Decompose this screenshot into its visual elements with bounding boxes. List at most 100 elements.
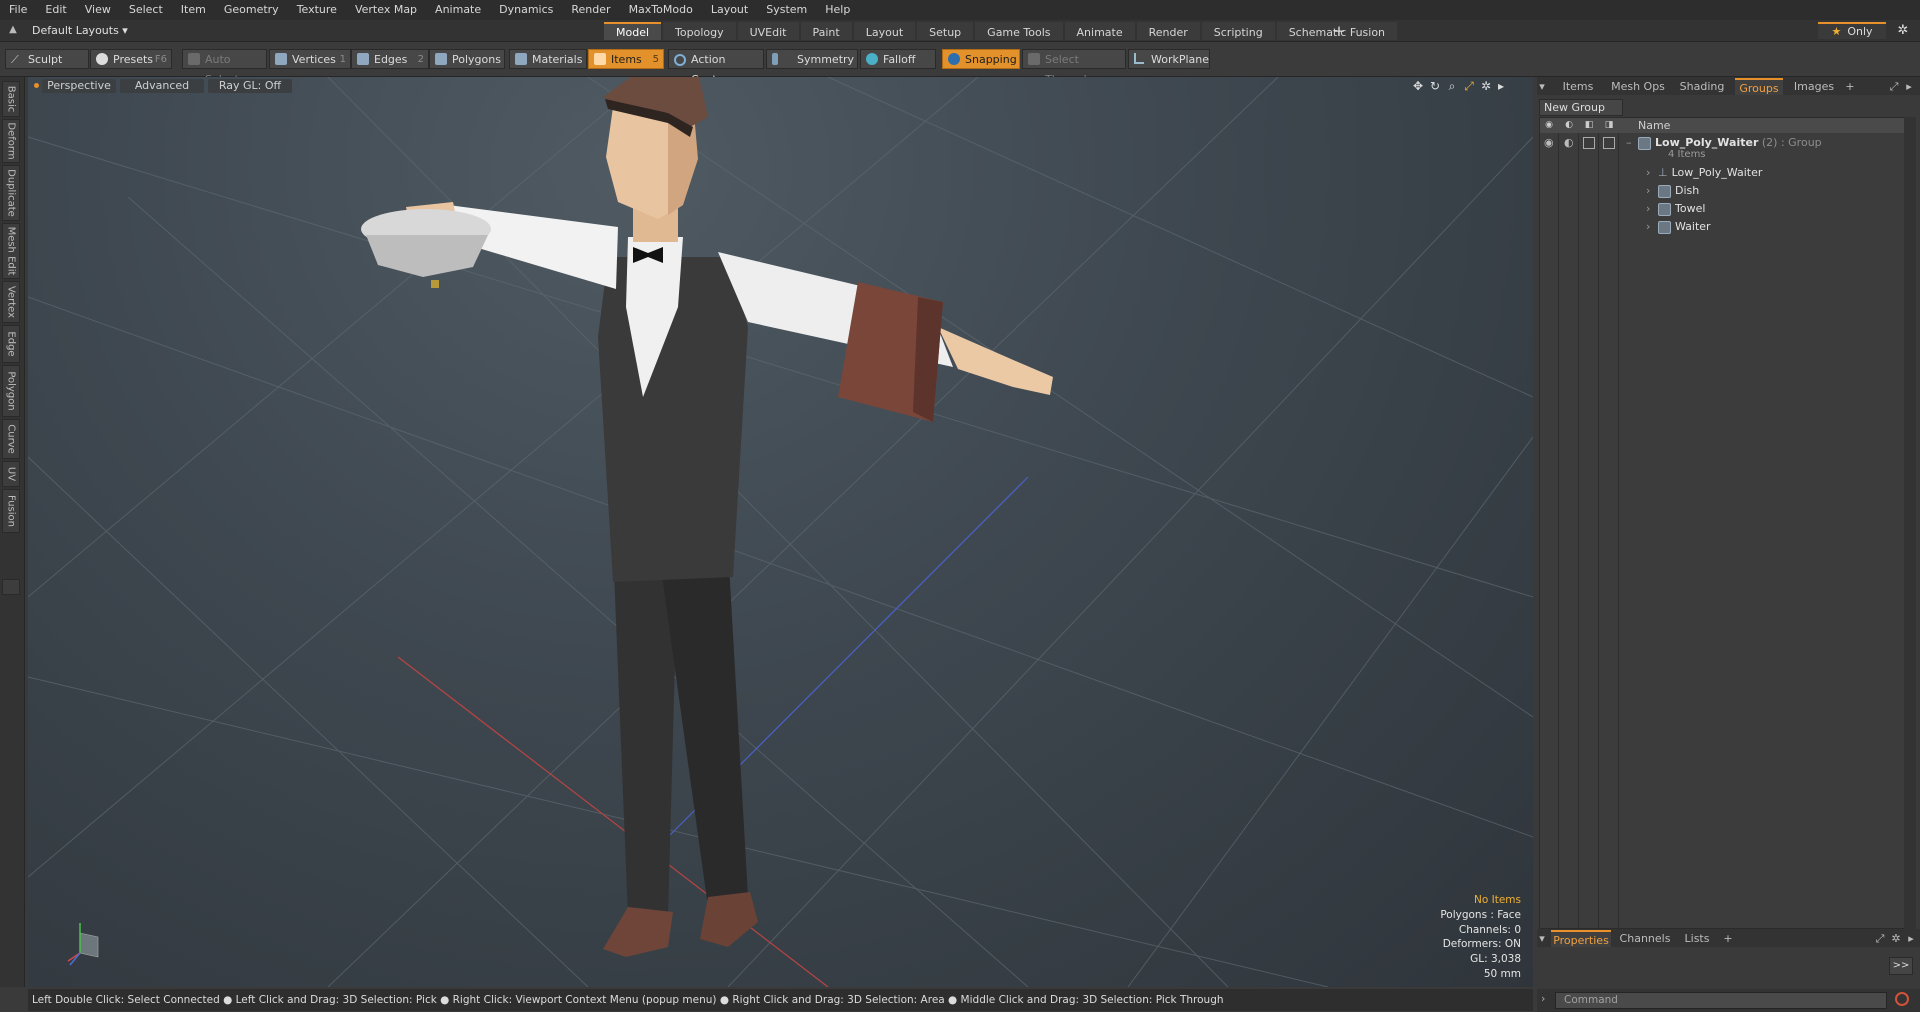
- left-tool-strip: Basic Deform Duplicate Mesh Edit Vertex …: [0, 77, 25, 987]
- tab-fusion[interactable]: Fusion: [2, 489, 20, 533]
- menu-vertex-map[interactable]: Vertex Map: [346, 0, 426, 20]
- tree-scrollbar[interactable]: [1904, 117, 1916, 929]
- panel-arrow-icon[interactable]: ▸: [1903, 78, 1915, 95]
- command-input[interactable]: Command: [1555, 992, 1887, 1009]
- tab-shading[interactable]: Shading: [1675, 78, 1729, 95]
- tree-row-item[interactable]: › Dish: [1540, 182, 1904, 199]
- stat-focal-length: 50 mm: [1483, 967, 1521, 980]
- menu-animate[interactable]: Animate: [426, 0, 490, 20]
- right-panel-tabs: ▾ Items Mesh Ops Shading Groups Images +…: [1537, 77, 1920, 95]
- presets-button[interactable]: Presets F6: [90, 49, 172, 69]
- menu-help[interactable]: Help: [816, 0, 859, 20]
- view-type-selector[interactable]: Perspective: [42, 79, 116, 93]
- action-center-button[interactable]: Action Center: [668, 49, 764, 86]
- menu-layout[interactable]: Layout: [702, 0, 757, 20]
- bottom-panel-maximize-icon[interactable]: ⤢: [1873, 930, 1887, 947]
- tab-render[interactable]: Render: [1136, 22, 1200, 40]
- bottom-panel-gear-icon[interactable]: ✲: [1889, 930, 1903, 947]
- tab-game-tools[interactable]: Game Tools: [975, 22, 1063, 40]
- tab-items[interactable]: Items: [1557, 78, 1599, 95]
- viewport-expand-icon[interactable]: ▸: [1494, 79, 1508, 93]
- panel-menu-icon[interactable]: ▾: [1537, 78, 1547, 95]
- bottom-panel-arrow-icon[interactable]: ▸: [1905, 930, 1917, 947]
- add-bottom-tab-button[interactable]: +: [1721, 930, 1735, 947]
- rotate-view-icon[interactable]: ↻: [1428, 79, 1442, 93]
- tab-vertex[interactable]: Vertex: [2, 281, 20, 323]
- menu-maxtomodo[interactable]: MaxToModo: [620, 0, 702, 20]
- materials-button[interactable]: Materials: [509, 49, 587, 69]
- tab-uv[interactable]: UV: [2, 461, 20, 487]
- tab-mesh-edit[interactable]: Mesh Edit: [2, 223, 20, 279]
- items-button[interactable]: Items 5: [588, 49, 664, 69]
- auto-select-button[interactable]: Auto Select: [182, 49, 267, 86]
- move-view-icon[interactable]: ✥: [1411, 79, 1425, 93]
- stop-icon[interactable]: [1895, 992, 1909, 1006]
- workplane-button[interactable]: WorkPlane: [1128, 49, 1210, 69]
- add-tab-button[interactable]: +: [1330, 22, 1348, 40]
- add-panel-tab-button[interactable]: +: [1843, 78, 1857, 95]
- tab-edge[interactable]: Edge: [2, 325, 20, 363]
- menu-item[interactable]: Item: [172, 0, 215, 20]
- tab-layout[interactable]: Layout: [853, 22, 916, 40]
- tree-row-item[interactable]: › ⊥ Low_Poly_Waiter: [1540, 164, 1904, 181]
- visibility-header-icon[interactable]: ◉: [1542, 119, 1556, 132]
- viewport-gear-icon[interactable]: ✲: [1479, 79, 1493, 93]
- symmetry-button[interactable]: Symmetry: [766, 49, 858, 69]
- tab-properties[interactable]: Properties: [1551, 930, 1611, 947]
- select-header-icon[interactable]: ◨: [1602, 119, 1616, 132]
- tab-lists[interactable]: Lists: [1679, 930, 1715, 947]
- tab-polygon[interactable]: Polygon: [2, 365, 20, 417]
- name-column-header[interactable]: Name: [1638, 118, 1670, 133]
- vertices-button[interactable]: Vertices 1: [269, 49, 351, 69]
- tab-images[interactable]: Images: [1789, 78, 1839, 95]
- tab-mesh-ops[interactable]: Mesh Ops: [1607, 78, 1669, 95]
- panel-maximize-icon[interactable]: ⤢: [1887, 78, 1901, 95]
- menu-view[interactable]: View: [76, 0, 120, 20]
- shading-selector[interactable]: Advanced: [120, 79, 204, 93]
- tab-model[interactable]: Model: [604, 22, 662, 40]
- tab-curve[interactable]: Curve: [2, 419, 20, 459]
- tab-basic[interactable]: Basic: [2, 81, 20, 117]
- expand-button[interactable]: >>: [1889, 957, 1913, 975]
- tab-setup[interactable]: Setup: [917, 22, 974, 40]
- tab-duplicate[interactable]: Duplicate: [2, 165, 20, 221]
- menu-texture[interactable]: Texture: [288, 0, 346, 20]
- falloff-button[interactable]: Falloff: [860, 49, 936, 69]
- menu-system[interactable]: System: [757, 0, 816, 20]
- sculpt-button[interactable]: ⟋ Sculpt: [5, 49, 89, 69]
- menu-geometry[interactable]: Geometry: [215, 0, 288, 20]
- tree-row-item[interactable]: › Towel: [1540, 200, 1904, 217]
- tab-channels[interactable]: Channels: [1617, 930, 1673, 947]
- menu-dynamics[interactable]: Dynamics: [490, 0, 562, 20]
- select-through-button[interactable]: Select Through: [1022, 49, 1126, 86]
- tab-groups[interactable]: Groups: [1735, 78, 1783, 95]
- render-header-icon[interactable]: ◐: [1562, 119, 1576, 132]
- bottom-panel-menu-icon[interactable]: ▾: [1537, 930, 1547, 947]
- 3d-viewport[interactable]: Perspective Advanced Ray GL: Off ✥ ↻ ⌕ ⤢…: [28, 77, 1533, 987]
- tab-paint[interactable]: Paint: [800, 22, 852, 40]
- gear-icon[interactable]: ✲: [1894, 22, 1912, 39]
- tab-deform[interactable]: Deform: [2, 119, 20, 163]
- collapse-up-icon[interactable]: ▲: [6, 23, 20, 37]
- menu-edit[interactable]: Edit: [36, 0, 75, 20]
- edges-button[interactable]: Edges 2: [351, 49, 429, 69]
- menu-file[interactable]: File: [0, 0, 36, 20]
- tab-topology[interactable]: Topology: [663, 22, 736, 40]
- layout-selector[interactable]: Default Layouts ▾: [24, 23, 136, 38]
- raygl-toggle[interactable]: Ray GL: Off: [208, 79, 292, 93]
- polygons-button[interactable]: Polygons: [429, 49, 505, 69]
- fit-view-icon[interactable]: ⤢: [1462, 79, 1476, 93]
- new-group-button[interactable]: New Group: [1539, 99, 1623, 116]
- zoom-view-icon[interactable]: ⌕: [1445, 79, 1459, 93]
- tab-scripting[interactable]: Scripting: [1201, 22, 1275, 40]
- tree-row-item[interactable]: › Waiter: [1540, 218, 1904, 235]
- tab-uvedit[interactable]: UVEdit: [737, 22, 799, 40]
- only-toggle[interactable]: ★ Only: [1818, 22, 1886, 39]
- viewport-menu-dot-icon[interactable]: [34, 83, 39, 88]
- snapping-button[interactable]: Snapping: [942, 49, 1020, 69]
- menu-render[interactable]: Render: [562, 0, 619, 20]
- strip-toggle-button[interactable]: [2, 579, 20, 595]
- lock-header-icon[interactable]: ◧: [1582, 119, 1596, 132]
- tab-animate[interactable]: Animate: [1064, 22, 1135, 40]
- menu-select[interactable]: Select: [120, 0, 172, 20]
